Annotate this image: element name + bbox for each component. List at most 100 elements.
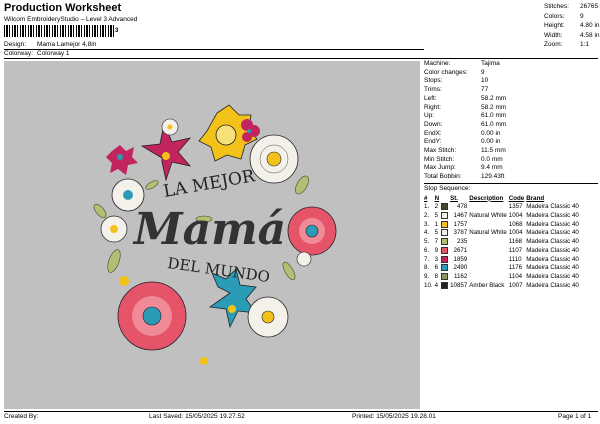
thread-code: 1107: [508, 246, 523, 254]
color-swatch-icon: [441, 220, 449, 228]
thread-code: 1068: [508, 220, 523, 228]
design-stats: Stitches: 26765 Colors: 9 Height: 4.80 in W…: [544, 2, 600, 50]
table-row: 8. 6 2490 1176 Madeira Classic 40: [424, 264, 581, 273]
stitch-count: 478: [456, 203, 468, 211]
detail-total-bobbin: Total Bobbin: 129.43ft: [424, 173, 505, 181]
thread-brand: Madeira Classic 40: [526, 281, 579, 289]
row-num: 6.: [424, 246, 430, 254]
colorway-row: Colorway: Colorway 1: [4, 50, 70, 57]
color-swatch-icon: [441, 229, 449, 237]
page-number: Page 1 of 1: [558, 413, 592, 420]
table-row: 7. 3 1859 1110 Madeira Classic 40: [424, 255, 581, 265]
stop-sequence-table: # N St. Description Code Brand 1. 2 478 135…: [424, 195, 581, 291]
row-num: 9.: [424, 273, 430, 281]
thread-brand: Madeira Classic 40: [526, 229, 579, 237]
table-row: 4. 5 3787 Natural White 1004 Madeira Classic …: [424, 229, 581, 238]
row-num: 3.: [424, 220, 430, 228]
detail-max-stitch: Max Stitch: 11.5 mm: [424, 147, 506, 155]
pink-gerbera-icon: [287, 206, 337, 256]
thread-code: 1004: [508, 211, 523, 219]
detail-endy: EndY: 0.00 in: [424, 138, 501, 146]
thread-description: [469, 256, 508, 265]
thread-code: 1176: [508, 264, 523, 272]
color-swatch-icon: [441, 203, 449, 211]
stitch-count: 1162: [453, 273, 468, 281]
design-row: Design: Mama Lamejor 4,8in: [4, 41, 96, 48]
thread-description: [469, 273, 508, 282]
stop-sequence-title: Stop Sequence:: [424, 184, 471, 192]
embroidery-artwork: LA MEJOR Mamá DEL MUNDO: [93, 104, 337, 365]
thread-description: Amber Black: [469, 281, 505, 289]
colorway-label: Colorway:: [4, 50, 33, 57]
design-label: Design:: [4, 41, 27, 48]
detail-min-stitch: Min Stitch: 0.0 mm: [424, 155, 503, 163]
thread-description: [469, 264, 508, 273]
design-preview: LA MEJOR Mamá DEL MUNDO: [4, 61, 420, 409]
row-num: 1.: [424, 203, 430, 211]
last-saved: Last Saved: 15/05/2025 19.27.52: [149, 413, 245, 420]
row-num: 2.: [424, 211, 430, 219]
large-pink-gerbera-icon: [117, 281, 187, 351]
color-swatch-icon: [441, 264, 449, 272]
detail-up: Up: 61.0 mm: [424, 112, 507, 120]
detail-trims: Trims: 77: [424, 86, 489, 94]
detail-down: Down: 61.0 mm: [424, 120, 507, 128]
stitch-count: 1859: [453, 255, 468, 263]
artwork-line1: LA MEJOR: [162, 166, 258, 202]
bottom-daisy-icon: [247, 296, 289, 338]
thread-brand: Madeira Classic 40: [526, 238, 579, 246]
row-num: 5.: [424, 238, 430, 246]
thread-brand: Madeira Classic 40: [526, 264, 579, 272]
artwork-line2: Mamá: [132, 204, 286, 255]
thread-description: [469, 247, 508, 256]
table-row: 2. 5 1467 Natural White 1004 Madeira Classic …: [424, 211, 581, 221]
table-row: 3. 1 1757 1068 Madeira Classic 40: [424, 220, 581, 230]
white-daisy-icon: [249, 134, 299, 184]
machine-details: Machine: Tajima Color changes: 9 Stops: 10 …: [424, 60, 598, 290]
detail-machine: Machine: Tajima: [424, 60, 500, 67]
stitch-count: 2671: [453, 246, 468, 254]
table-row: 9. 8 1162 1104 Madeira Classic 40: [424, 273, 581, 282]
thread-code: 1004: [508, 229, 523, 237]
thread-brand: Madeira Classic 40: [526, 255, 579, 263]
color-swatch-icon: [441, 246, 449, 254]
row-num: 8.: [424, 264, 430, 272]
thread-brand: Madeira Classic 40: [526, 203, 579, 211]
stat-colors: Colors: 9: [544, 12, 584, 20]
color-swatch-icon: [441, 238, 449, 246]
stitch-count: 1467: [453, 211, 468, 219]
thread-code: 1104: [508, 273, 523, 281]
stat-width: Width: 4.58 in: [544, 31, 600, 39]
barcode: [4, 25, 114, 37]
detail-stops: Stops: 10: [424, 77, 489, 85]
stitch-count: 3787: [453, 229, 468, 237]
stitch-count: 1757: [453, 220, 468, 228]
table-row: 10. 4 10857 Amber Black 1007 Madeira Classic …: [424, 281, 581, 291]
colorway-value: Colorway 1: [37, 50, 70, 57]
stat-stitches: Stitches: 26765: [544, 3, 599, 10]
divider: [4, 58, 598, 59]
stat-zoom: Zoom: 1:1: [544, 41, 590, 49]
thread-brand: Madeira Classic 40: [526, 211, 579, 219]
printed-date: Printed: 15/05/2025 19.28.01: [352, 413, 436, 420]
worksheet-title: Production Worksheet: [4, 2, 122, 14]
row-num: 4.: [424, 229, 430, 237]
stitch-count: 10857: [450, 281, 468, 289]
detail-right: Right: 58.2 mm: [424, 103, 507, 111]
detail-max-jump: Max Jump: 9.4 mm: [424, 164, 503, 172]
color-swatch-icon: [441, 273, 449, 281]
table-row: 1. 2 478 1357 Madeira Classic 40: [424, 203, 581, 212]
design-value: Mama Lamejor 4,8in: [37, 41, 97, 48]
thread-description: [469, 221, 508, 230]
thread-code: 1110: [508, 255, 522, 263]
table-header: # N St. Description Code Brand: [424, 194, 545, 202]
divider: [4, 411, 598, 412]
barcode-suffix: 3: [115, 28, 119, 34]
thread-description: Natural White: [469, 229, 507, 237]
thread-brand: Madeira Classic 40: [526, 246, 579, 254]
color-swatch-icon: [441, 255, 449, 263]
thread-description: Natural White: [469, 211, 507, 219]
detail-endx: EndX: 0.00 in: [424, 129, 501, 137]
thread-code: 1007: [508, 281, 523, 289]
row-num: 7.: [424, 255, 430, 263]
